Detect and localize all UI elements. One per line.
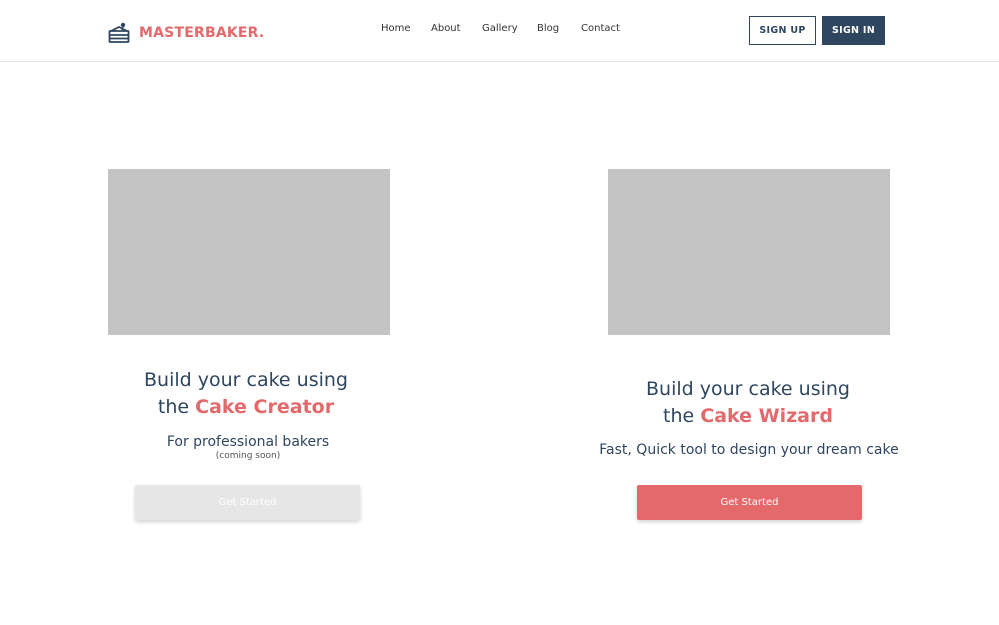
coming-soon-note: (coming soon) xyxy=(215,451,281,461)
title-line-2: the Cake Wizard xyxy=(598,403,898,430)
title-highlight: Cake Wizard xyxy=(700,405,833,427)
title-the: the xyxy=(157,396,190,418)
title-line-1: Build your cake using xyxy=(144,369,348,391)
title-line-2: the Cake Creator xyxy=(96,394,396,421)
cake-wizard-title: Build your cake using the Cake Wizard xyxy=(598,376,898,430)
cake-icon xyxy=(107,21,131,45)
brand-name: MASTERBAKER. xyxy=(139,25,265,41)
sign-in-button[interactable]: SIGN IN xyxy=(822,16,885,45)
brand-logo[interactable]: MASTERBAKER. xyxy=(107,19,264,47)
title-line-1: Build your cake using xyxy=(646,378,850,400)
cake-creator-title: Build your cake using the Cake Creator xyxy=(96,367,396,421)
sign-up-button[interactable]: SIGN UP xyxy=(749,16,816,45)
cake-creator-subtitle: For professional bakers xyxy=(166,434,330,450)
nav-contact[interactable]: Contact xyxy=(581,23,631,34)
nav-blog[interactable]: Blog xyxy=(537,23,581,34)
cake-creator-get-started-button: Get Started xyxy=(135,485,360,520)
cake-creator-image xyxy=(108,169,390,335)
site-header: MASTERBAKER. Home About Gallery Blog Con… xyxy=(0,0,999,62)
title-the: the xyxy=(663,405,695,427)
main-nav: Home About Gallery Blog Contact xyxy=(381,23,631,34)
nav-about[interactable]: About xyxy=(431,23,482,34)
cake-wizard-subtitle: Fast, Quick tool to design your dream ca… xyxy=(599,442,899,458)
title-highlight: Cake Creator xyxy=(195,396,335,418)
cake-wizard-image xyxy=(608,169,890,335)
nav-home[interactable]: Home xyxy=(381,23,431,34)
nav-gallery[interactable]: Gallery xyxy=(482,23,537,34)
cake-wizard-get-started-button[interactable]: Get Started xyxy=(637,485,862,520)
